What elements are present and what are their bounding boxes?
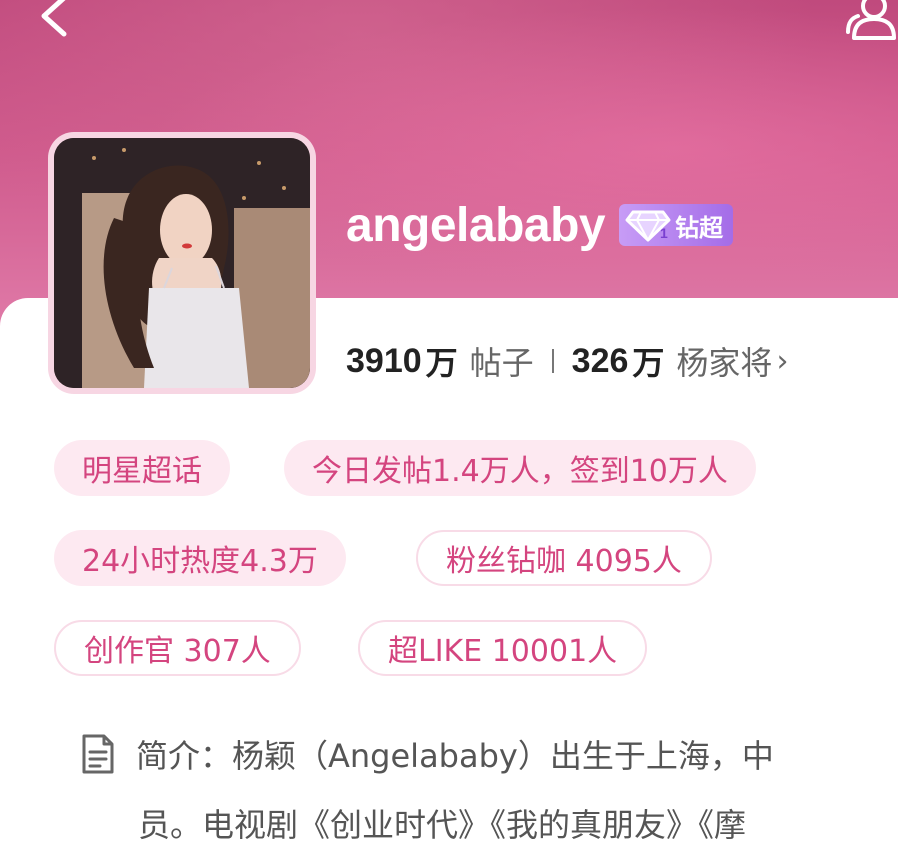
tag-24h-heat[interactable]: 24小时热度4.3万 [54, 530, 346, 586]
back-arrow-icon [41, 0, 67, 37]
svg-text:1: 1 [660, 225, 668, 241]
rank-badge[interactable]: 1 钻超 [619, 204, 734, 246]
name-row: angelababy 1 钻超 [346, 190, 734, 260]
fans-label[interactable]: 杨家将 [676, 338, 772, 384]
description-line-2: 员。电视剧《创业时代》《我的真朋友》《摩 [138, 806, 747, 844]
chevron-right-icon[interactable]: › [776, 344, 788, 379]
posts-count: 3910 [346, 341, 422, 380]
diamond-icon: 1 [625, 210, 671, 242]
tag-diamond-fans[interactable]: 粉丝钻咖 4095人 [416, 530, 712, 586]
fans-count[interactable]: 326 [572, 342, 629, 381]
stats-row: 3910 万 帖子 326 万 杨家将 › [346, 336, 788, 386]
posts-unit: 万 [425, 344, 458, 382]
posts-label: 帖子 [469, 344, 534, 382]
stats-divider [551, 349, 554, 373]
profile-description[interactable]: 简介：杨颖（Angelababy）出生于上海，中 员。电视剧《创业时代》《我的真… [78, 726, 898, 844]
username: angelababy [346, 198, 606, 252]
tag-star-topic[interactable]: 明星超话 [54, 440, 230, 496]
tag-super-like[interactable]: 超LIKE 10001人 [358, 620, 648, 676]
avatar-photo [54, 138, 310, 388]
members-button[interactable] [838, 0, 898, 42]
rank-label: 钻超 [675, 213, 724, 242]
document-icon [82, 734, 114, 774]
description-line-1: 简介：杨颖（Angelababy）出生于上海，中 [136, 737, 774, 775]
tag-daily-activity[interactable]: 今日发帖1.4万人，签到10万人 [284, 440, 756, 496]
fans-unit[interactable]: 万 [632, 338, 664, 384]
members-icon [846, 0, 896, 40]
avatar[interactable] [48, 132, 316, 394]
back-button[interactable] [30, 0, 78, 42]
tag-creators[interactable]: 创作官 307人 [54, 620, 301, 676]
